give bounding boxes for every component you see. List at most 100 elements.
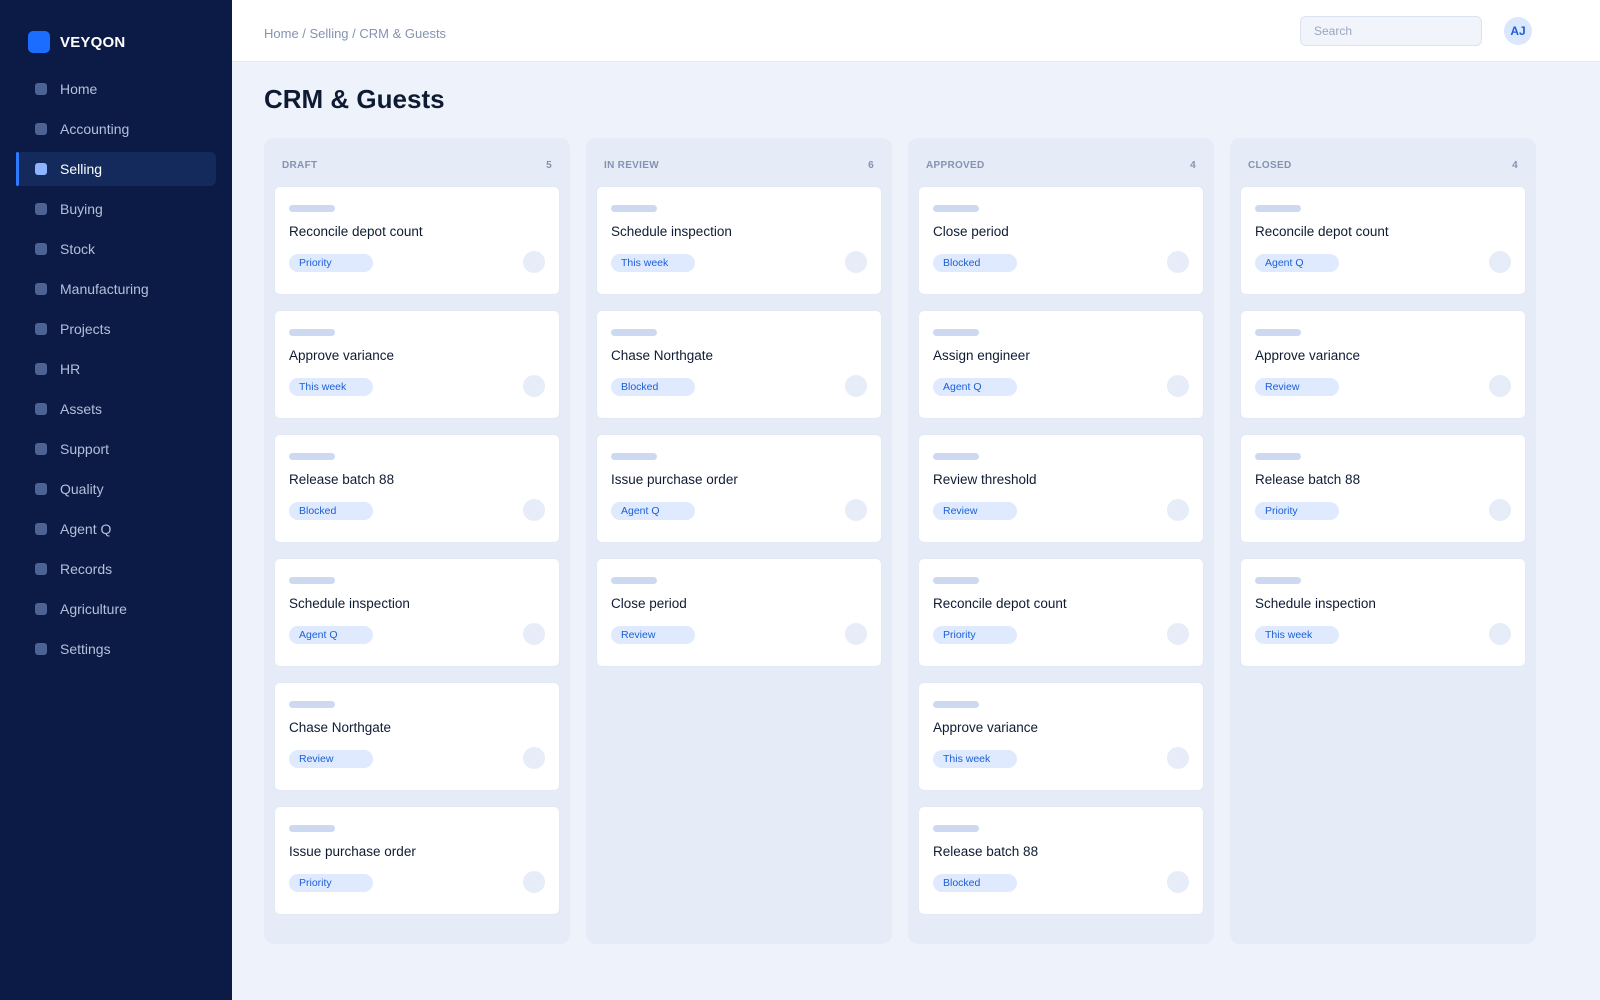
card-tag[interactable]: Agent Q <box>611 502 695 520</box>
assignee-avatar-icon[interactable] <box>845 251 867 273</box>
kanban-card[interactable]: Reconcile depot count Agent Q <box>1240 186 1526 295</box>
kanban-card[interactable]: Release batch 88 Priority <box>1240 434 1526 543</box>
kanban-card[interactable]: Release batch 88 Blocked <box>918 806 1204 915</box>
assignee-avatar-icon[interactable] <box>1489 499 1511 521</box>
card-tag[interactable]: Review <box>933 502 1017 520</box>
assignee-avatar-icon[interactable] <box>1167 871 1189 893</box>
assignee-avatar-icon[interactable] <box>1489 623 1511 645</box>
sidebar-item-hr[interactable]: HR <box>16 352 216 386</box>
card-list: Schedule inspection This week Chase Northg… <box>596 186 882 682</box>
nav-square-icon <box>35 523 47 535</box>
sidebar-item-manufacturing[interactable]: Manufacturing <box>16 272 216 306</box>
kanban-card[interactable]: Approve variance This week <box>918 682 1204 791</box>
kanban-card[interactable]: Release batch 88 Blocked <box>274 434 560 543</box>
search-input[interactable] <box>1300 16 1482 46</box>
card-tag[interactable]: Priority <box>1255 502 1339 520</box>
card-title: Close period <box>933 224 1009 239</box>
kanban-card[interactable]: Approve variance Review <box>1240 310 1526 419</box>
assignee-avatar-icon[interactable] <box>523 375 545 397</box>
nav-square-icon <box>35 363 47 375</box>
card-tag[interactable]: This week <box>933 750 1017 768</box>
assignee-avatar-icon[interactable] <box>523 747 545 769</box>
card-accent-bar <box>611 577 657 584</box>
kanban-card[interactable]: Issue purchase order Priority <box>274 806 560 915</box>
sidebar-item-settings[interactable]: Settings <box>16 632 216 666</box>
assignee-avatar-icon[interactable] <box>1167 375 1189 397</box>
brand[interactable]: VEYQON <box>28 31 125 53</box>
user-avatar[interactable]: AJ <box>1504 17 1532 45</box>
sidebar-item-projects[interactable]: Projects <box>16 312 216 346</box>
card-tag[interactable]: Blocked <box>289 502 373 520</box>
assignee-avatar-icon[interactable] <box>845 499 867 521</box>
nav-square-icon <box>35 643 47 655</box>
sidebar-item-home[interactable]: Home <box>16 72 216 106</box>
sidebar-item-support[interactable]: Support <box>16 432 216 466</box>
kanban-card[interactable]: Assign engineer Agent Q <box>918 310 1204 419</box>
brand-logo-icon <box>28 31 50 53</box>
kanban-card[interactable]: Reconcile depot count Priority <box>918 558 1204 667</box>
kanban-card[interactable]: Schedule inspection This week <box>596 186 882 295</box>
card-title: Chase Northgate <box>611 348 714 363</box>
sidebar-item-quality[interactable]: Quality <box>16 472 216 506</box>
kanban-card[interactable]: Approve variance This week <box>274 310 560 419</box>
card-accent-bar <box>289 205 335 212</box>
card-tag[interactable]: Blocked <box>933 874 1017 892</box>
assignee-avatar-icon[interactable] <box>1489 251 1511 273</box>
assignee-avatar-icon[interactable] <box>1167 499 1189 521</box>
card-tag[interactable]: Review <box>1255 378 1339 396</box>
sidebar-item-accounting[interactable]: Accounting <box>16 112 216 146</box>
card-tag[interactable]: Agent Q <box>1255 254 1339 272</box>
kanban-card[interactable]: Issue purchase order Agent Q <box>596 434 882 543</box>
kanban-card[interactable]: Chase Northgate Blocked <box>596 310 882 419</box>
card-title: Reconcile depot count <box>933 596 1067 611</box>
sidebar-item-label: Selling <box>60 161 103 177</box>
assignee-avatar-icon[interactable] <box>1167 747 1189 769</box>
card-accent-bar <box>1255 577 1301 584</box>
card-tag[interactable]: Agent Q <box>933 378 1017 396</box>
nav-square-icon <box>35 123 47 135</box>
assignee-avatar-icon[interactable] <box>523 871 545 893</box>
card-list: Reconcile depot count Priority Approve var… <box>274 186 560 930</box>
kanban-card[interactable]: Reconcile depot count Priority <box>274 186 560 295</box>
card-accent-bar <box>289 453 335 460</box>
kanban-card[interactable]: Review threshold Review <box>918 434 1204 543</box>
sidebar-item-records[interactable]: Records <box>16 552 216 586</box>
sidebar-item-selling[interactable]: Selling <box>16 152 216 186</box>
assignee-avatar-icon[interactable] <box>845 375 867 397</box>
card-tag[interactable]: Agent Q <box>289 626 373 644</box>
assignee-avatar-icon[interactable] <box>1489 375 1511 397</box>
sidebar-item-agent-q[interactable]: Agent Q <box>16 512 216 546</box>
column-title: IN REVIEW <box>604 160 659 171</box>
kanban-card[interactable]: Close period Review <box>596 558 882 667</box>
assignee-avatar-icon[interactable] <box>1167 251 1189 273</box>
nav-square-icon <box>35 163 47 175</box>
card-tag[interactable]: Priority <box>289 254 373 272</box>
card-list: Reconcile depot count Agent Q Approve vari… <box>1240 186 1526 682</box>
sidebar-item-assets[interactable]: Assets <box>16 392 216 426</box>
card-tag[interactable]: Blocked <box>611 378 695 396</box>
assignee-avatar-icon[interactable] <box>523 251 545 273</box>
kanban-card[interactable]: Schedule inspection This week <box>1240 558 1526 667</box>
column-header: DRAFT 5 <box>282 160 552 171</box>
nav-square-icon <box>35 83 47 95</box>
kanban-card[interactable]: Close period Blocked <box>918 186 1204 295</box>
sidebar-nav: Home Accounting Selling Buying Stock Manufact… <box>16 72 216 672</box>
assignee-avatar-icon[interactable] <box>523 499 545 521</box>
card-title: Release batch 88 <box>1255 472 1361 487</box>
kanban-card[interactable]: Chase Northgate Review <box>274 682 560 791</box>
card-tag[interactable]: Priority <box>933 626 1017 644</box>
assignee-avatar-icon[interactable] <box>845 623 867 645</box>
sidebar-item-agriculture[interactable]: Agriculture <box>16 592 216 626</box>
kanban-card[interactable]: Schedule inspection Agent Q <box>274 558 560 667</box>
sidebar-item-stock[interactable]: Stock <box>16 232 216 266</box>
card-tag[interactable]: This week <box>289 378 373 396</box>
card-tag[interactable]: This week <box>1255 626 1339 644</box>
assignee-avatar-icon[interactable] <box>1167 623 1189 645</box>
sidebar-item-buying[interactable]: Buying <box>16 192 216 226</box>
card-tag[interactable]: Review <box>611 626 695 644</box>
card-tag[interactable]: Blocked <box>933 254 1017 272</box>
card-tag[interactable]: This week <box>611 254 695 272</box>
card-tag[interactable]: Review <box>289 750 373 768</box>
assignee-avatar-icon[interactable] <box>523 623 545 645</box>
card-tag[interactable]: Priority <box>289 874 373 892</box>
